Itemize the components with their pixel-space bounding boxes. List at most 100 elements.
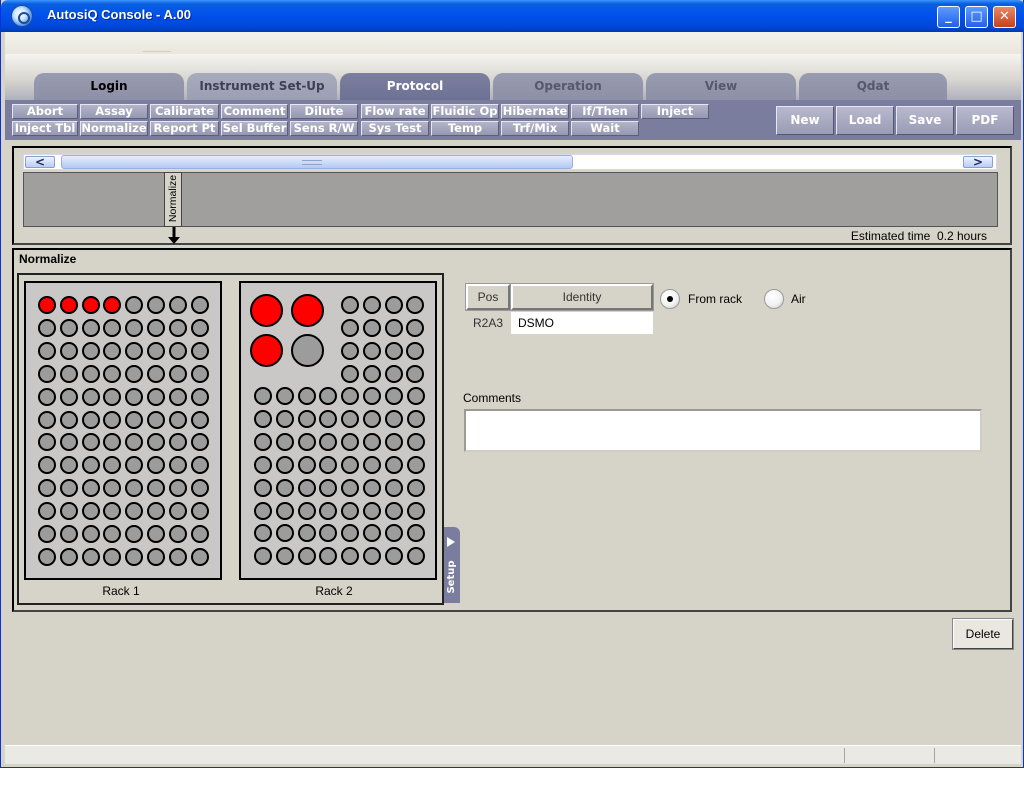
rack1-well[interactable] [103,364,122,383]
rack2-well[interactable] [406,547,425,566]
rack2-large-well[interactable] [291,334,324,367]
rack1-well[interactable] [38,547,56,566]
identity-column-header[interactable]: Identity [510,283,654,311]
rack1-well[interactable] [38,387,56,406]
rack1-well[interactable] [190,364,209,383]
rack1-well[interactable] [38,525,56,543]
rack1-well[interactable] [147,387,165,406]
rack1-well[interactable] [168,410,187,429]
rack1-well[interactable] [38,341,56,360]
rack2-well[interactable] [341,409,360,428]
rack1-well[interactable] [168,525,187,543]
rack1-well[interactable] [190,479,209,498]
rack2-well[interactable] [362,341,381,360]
rack2-well[interactable] [297,455,316,474]
rack2-well[interactable] [275,409,294,428]
rack1-well[interactable] [59,410,78,429]
trf-mix-button[interactable]: Trf/Mix [501,121,569,136]
rack2-well[interactable] [363,478,381,497]
rack2-well[interactable] [362,364,381,383]
rack1-well[interactable] [59,502,78,521]
rack2-well[interactable] [384,501,403,520]
rack1-well[interactable] [81,364,100,383]
rack2-well[interactable] [384,341,403,360]
sens-rw-button[interactable]: Sens R/W [290,121,358,136]
grid-cell-identity[interactable]: DSMO [511,312,653,334]
rack2-well[interactable] [384,387,403,405]
rack2-well[interactable] [384,478,403,497]
rack1-well[interactable] [168,547,187,566]
scroll-left-button[interactable]: < [25,156,55,168]
inject-tbl-button[interactable]: Inject Tbl [12,121,78,136]
rack1-well[interactable] [190,456,209,475]
pdf-button[interactable]: PDF [956,106,1014,135]
wait-button[interactable]: Wait [571,121,639,136]
rack2-well[interactable] [254,387,272,405]
comment-button[interactable]: Comment [221,104,288,119]
rack2-well[interactable] [341,296,359,314]
rack2-large-well[interactable] [291,294,324,327]
rack1-well[interactable] [147,502,165,521]
rack2-well[interactable] [341,318,359,337]
rack1-well[interactable] [59,547,78,566]
rack2-well[interactable] [341,501,360,520]
rack1-well[interactable] [125,547,144,566]
rack1-well[interactable] [59,318,78,337]
flow-rate-button[interactable]: Flow rate [361,104,429,119]
rack1-well[interactable] [38,318,56,337]
rack1-well[interactable] [125,410,144,429]
rack1-well[interactable] [59,525,78,543]
rack1-well[interactable] [168,341,187,360]
rack1-well[interactable] [190,318,209,337]
minimize-button[interactable]: _ [937,6,960,28]
rack1-well[interactable] [38,410,56,429]
hibernate-button[interactable]: Hibernate [501,104,569,119]
rack1-well[interactable] [59,456,78,475]
rack1-well[interactable] [81,410,100,429]
rack1-well[interactable] [59,364,78,383]
rack2-well[interactable] [254,501,272,520]
rack2-well[interactable] [384,547,403,566]
rack2-well[interactable] [319,455,338,474]
rack2-well[interactable] [341,478,360,497]
rack2-well[interactable] [406,478,425,497]
tab-operation[interactable]: Operation [493,73,643,100]
rack1-well[interactable] [190,502,209,521]
scroll-right-button[interactable]: > [963,156,993,168]
comments-input[interactable] [464,409,982,452]
delete-button[interactable]: Delete [952,618,1014,650]
sel-buffer-button[interactable]: Sel Buffer [221,121,288,136]
rack2-well[interactable] [384,318,403,337]
close-button[interactable]: ✕ [993,6,1016,28]
rack1-well[interactable] [125,364,144,383]
tab-view[interactable]: View [646,73,796,100]
rack1-well[interactable] [190,547,209,566]
abort-button[interactable]: Abort [12,104,78,119]
rack1-well[interactable] [190,387,209,406]
rack1-well[interactable] [168,456,187,475]
rack2-well[interactable] [406,501,425,520]
inject-button[interactable]: Inject [641,104,709,119]
rack2-well[interactable] [275,547,294,566]
rack2-well[interactable] [406,364,425,383]
rack2-well[interactable] [254,432,272,451]
pos-column-header[interactable]: Pos [465,283,511,311]
rack1-well[interactable] [81,318,100,337]
rack2-well[interactable] [406,409,425,428]
if-then-button[interactable]: If/Then [571,104,639,119]
rack1-well[interactable] [125,387,144,406]
rack1-well[interactable] [81,341,100,360]
rack1-well[interactable] [147,364,165,383]
tab-protocol[interactable]: Protocol [340,73,490,100]
rack1-well[interactable] [168,387,187,406]
rack2-well[interactable] [297,432,316,451]
rack2-well[interactable] [319,501,338,520]
rack2-well[interactable] [384,432,403,451]
rack2-well[interactable] [406,387,425,405]
load-button[interactable]: Load [836,106,894,135]
rack1-well[interactable] [81,525,100,543]
rack2-well[interactable] [275,478,294,497]
dilute-button[interactable]: Dilute [290,104,358,119]
rack2-well[interactable] [363,432,381,451]
rack2-well[interactable] [297,387,316,405]
